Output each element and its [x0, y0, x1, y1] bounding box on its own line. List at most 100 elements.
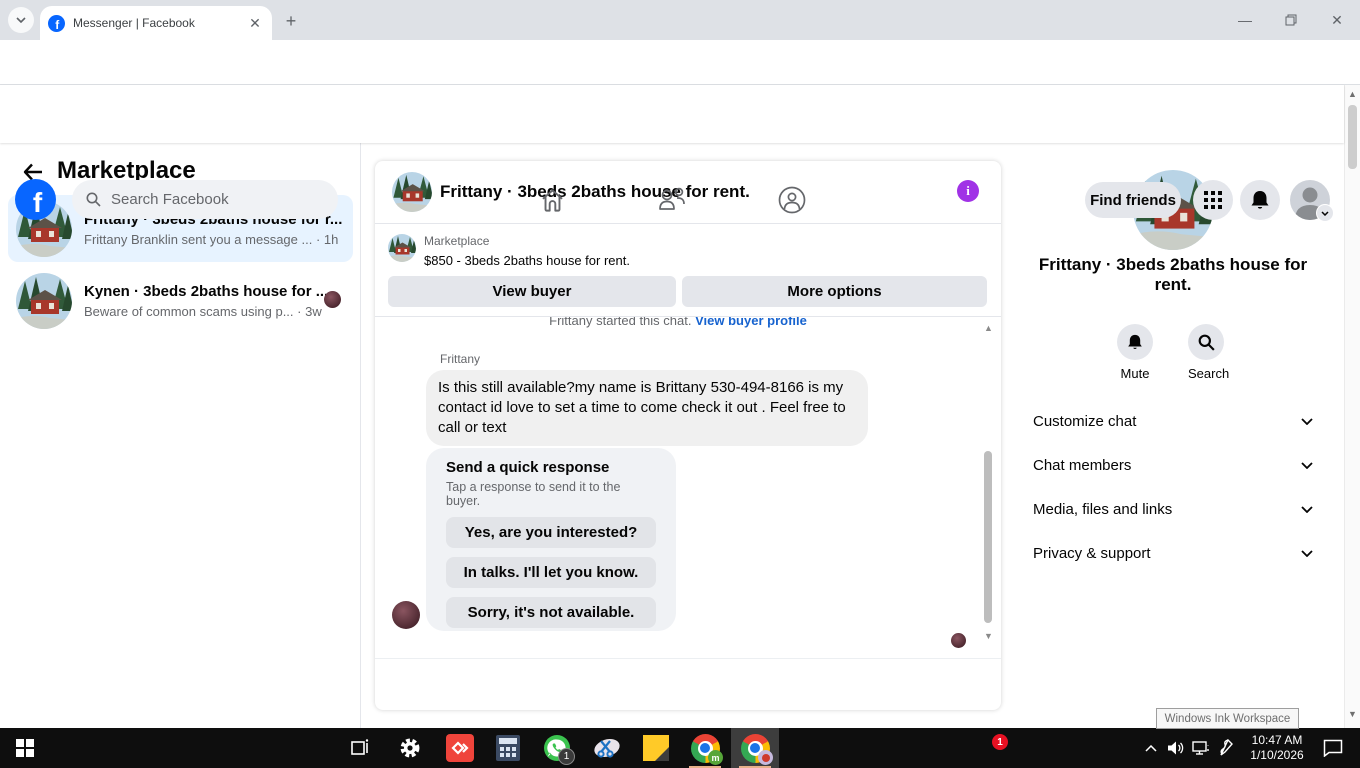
tab-search-button[interactable]	[8, 7, 34, 33]
home-icon	[541, 188, 563, 212]
chevron-down-icon	[1301, 549, 1313, 557]
profile-avatar[interactable]	[1290, 180, 1334, 222]
search-conversation-action[interactable]: Search	[1188, 324, 1229, 381]
chat-scrollbar[interactable]: ▲ ▼	[983, 323, 993, 653]
tray-expand-button[interactable]	[1138, 728, 1164, 768]
windows-ink-button[interactable]	[1214, 728, 1240, 768]
windows-logo-icon	[16, 739, 24, 747]
volume-button[interactable]	[1163, 728, 1189, 768]
svg-text:f: f	[33, 187, 43, 218]
section-media-files-links[interactable]: Media, files and links	[1025, 487, 1321, 531]
sticky-notes-button[interactable]	[632, 728, 680, 768]
chrome-profile1-button[interactable]: m	[681, 728, 729, 768]
browser-tab[interactable]: f Messenger | Facebook ✕	[40, 6, 272, 40]
clock-time: 10:47 AM	[1251, 733, 1303, 747]
mute-action[interactable]: Mute	[1117, 324, 1153, 381]
seen-avatar	[324, 291, 341, 308]
sticky-notes-icon	[643, 735, 669, 761]
tooltip: Windows Ink Workspace	[1156, 708, 1299, 729]
page-scrollbar[interactable]: ▲ ▼	[1344, 85, 1360, 728]
details-title: Frittany · 3beds 2baths house for rent.	[1038, 255, 1308, 294]
window-minimize-button[interactable]: —	[1222, 0, 1268, 40]
chevron-down-icon	[1301, 505, 1313, 513]
chat-scrollbar-thumb[interactable]	[984, 451, 992, 623]
quick-response-option-label: Sorry, it's not available.	[467, 604, 635, 621]
network-button[interactable]	[1188, 728, 1214, 768]
conversation-info-button[interactable]: i	[957, 180, 979, 202]
anydesk-button[interactable]	[436, 728, 484, 768]
more-options-label: More options	[787, 283, 882, 300]
section-customize-chat[interactable]: Customize chat	[1025, 399, 1321, 443]
view-buyer-label: View buyer	[492, 283, 572, 300]
quick-response-option-2[interactable]: In talks. I'll let you know.	[446, 557, 656, 588]
bell-icon	[1128, 334, 1142, 349]
chat-avatar[interactable]	[392, 172, 432, 212]
view-buyer-button[interactable]: View buyer	[388, 276, 676, 307]
start-button[interactable]	[8, 728, 42, 768]
snipping-tool-icon	[594, 738, 620, 758]
composer: GIF	[375, 658, 1001, 710]
settings-button[interactable]	[386, 728, 434, 768]
nav-tab-home[interactable]	[507, 180, 597, 220]
chat-panel: Frittany · 3beds 2baths house for rent. …	[375, 161, 1001, 710]
scroll-down-icon[interactable]: ▼	[984, 631, 993, 641]
conversation-snippet: Beware of common scams using p...	[84, 303, 294, 319]
conversation-time: · 3w	[297, 303, 322, 319]
quick-response-option-label: In talks. I'll let you know.	[463, 564, 639, 581]
task-view-button[interactable]	[336, 728, 384, 768]
network-icon	[1192, 741, 1209, 755]
action-center-button[interactable]	[1316, 728, 1350, 768]
page-scrollbar-thumb[interactable]	[1348, 105, 1357, 169]
whatsapp-button[interactable]: 1	[533, 728, 581, 768]
search-icon	[1198, 334, 1215, 351]
grid-icon	[1204, 191, 1208, 195]
scroll-up-icon[interactable]: ▲	[1348, 89, 1357, 99]
notifications-button[interactable]	[1240, 180, 1280, 220]
section-label: Chat members	[1033, 456, 1132, 474]
desktop: f Messenger | Facebook ✕ + — ✕ f Search …	[0, 0, 1360, 768]
facebook-search-input[interactable]	[109, 190, 313, 209]
tab-close-icon[interactable]: ✕	[246, 14, 264, 32]
action-center-icon	[1323, 739, 1343, 757]
nav-tab-groups[interactable]	[747, 180, 837, 220]
browser-tab-strip: f Messenger | Facebook ✕ + — ✕	[0, 0, 1360, 40]
view-buyer-profile-link[interactable]: View buyer profile	[695, 317, 807, 328]
calculator-button[interactable]	[484, 728, 532, 768]
system-text: Frittany started this chat.	[549, 317, 692, 328]
section-label: Privacy & support	[1033, 544, 1151, 562]
window-restore-button[interactable]	[1268, 0, 1314, 40]
facebook-favicon: f	[48, 14, 65, 32]
more-options-button[interactable]: More options	[682, 276, 987, 307]
facebook-search[interactable]	[72, 180, 338, 219]
message-scroll-area[interactable]: Frittany started this chat. View buyer p…	[375, 317, 1001, 658]
anydesk-icon	[446, 734, 474, 762]
conversation-item-kynen[interactable]: Kynen · 3beds 2baths house for ... Bewar…	[8, 267, 353, 334]
clock[interactable]: 10:47 AM 1/10/2026	[1244, 733, 1310, 763]
scroll-down-icon[interactable]: ▼	[1348, 709, 1357, 719]
scroll-up-icon[interactable]: ▲	[984, 323, 993, 333]
window-close-button[interactable]: ✕	[1314, 0, 1360, 40]
quick-response-option-3[interactable]: Sorry, it's not available.	[446, 597, 656, 628]
quick-response-option-label: Yes, are you interested?	[464, 524, 638, 541]
section-chat-members[interactable]: Chat members	[1025, 443, 1321, 487]
quick-response-option-1[interactable]: Yes, are you interested?	[446, 517, 656, 548]
facebook-logo[interactable]: f	[15, 179, 56, 220]
quick-response-subtitle: Tap a response to send it to the buyer.	[446, 480, 621, 508]
bell-icon	[1251, 190, 1269, 209]
chevron-down-icon	[1321, 210, 1329, 216]
chrome-profile-badge-bird	[758, 750, 773, 765]
apps-menu-button[interactable]	[1193, 180, 1233, 220]
new-tab-button[interactable]: +	[280, 10, 302, 32]
search-icon	[86, 192, 101, 207]
clock-date: 1/10/2026	[1250, 748, 1304, 762]
find-friends-button[interactable]: Find friends	[1085, 182, 1181, 218]
chrome-profile2-button-active[interactable]	[731, 728, 779, 768]
nav-tab-friends[interactable]	[627, 180, 717, 220]
speaker-icon	[1168, 741, 1184, 755]
conversation-snippet: Frittany Branklin sent you a message ...	[84, 231, 313, 247]
listing-thumbnail-small	[388, 234, 416, 262]
profile-chevron-badge	[1316, 204, 1334, 222]
section-privacy-support[interactable]: Privacy & support	[1025, 531, 1321, 575]
snipping-tool-button[interactable]	[583, 728, 631, 768]
taskbar-notification-badge: 1	[992, 734, 1008, 750]
